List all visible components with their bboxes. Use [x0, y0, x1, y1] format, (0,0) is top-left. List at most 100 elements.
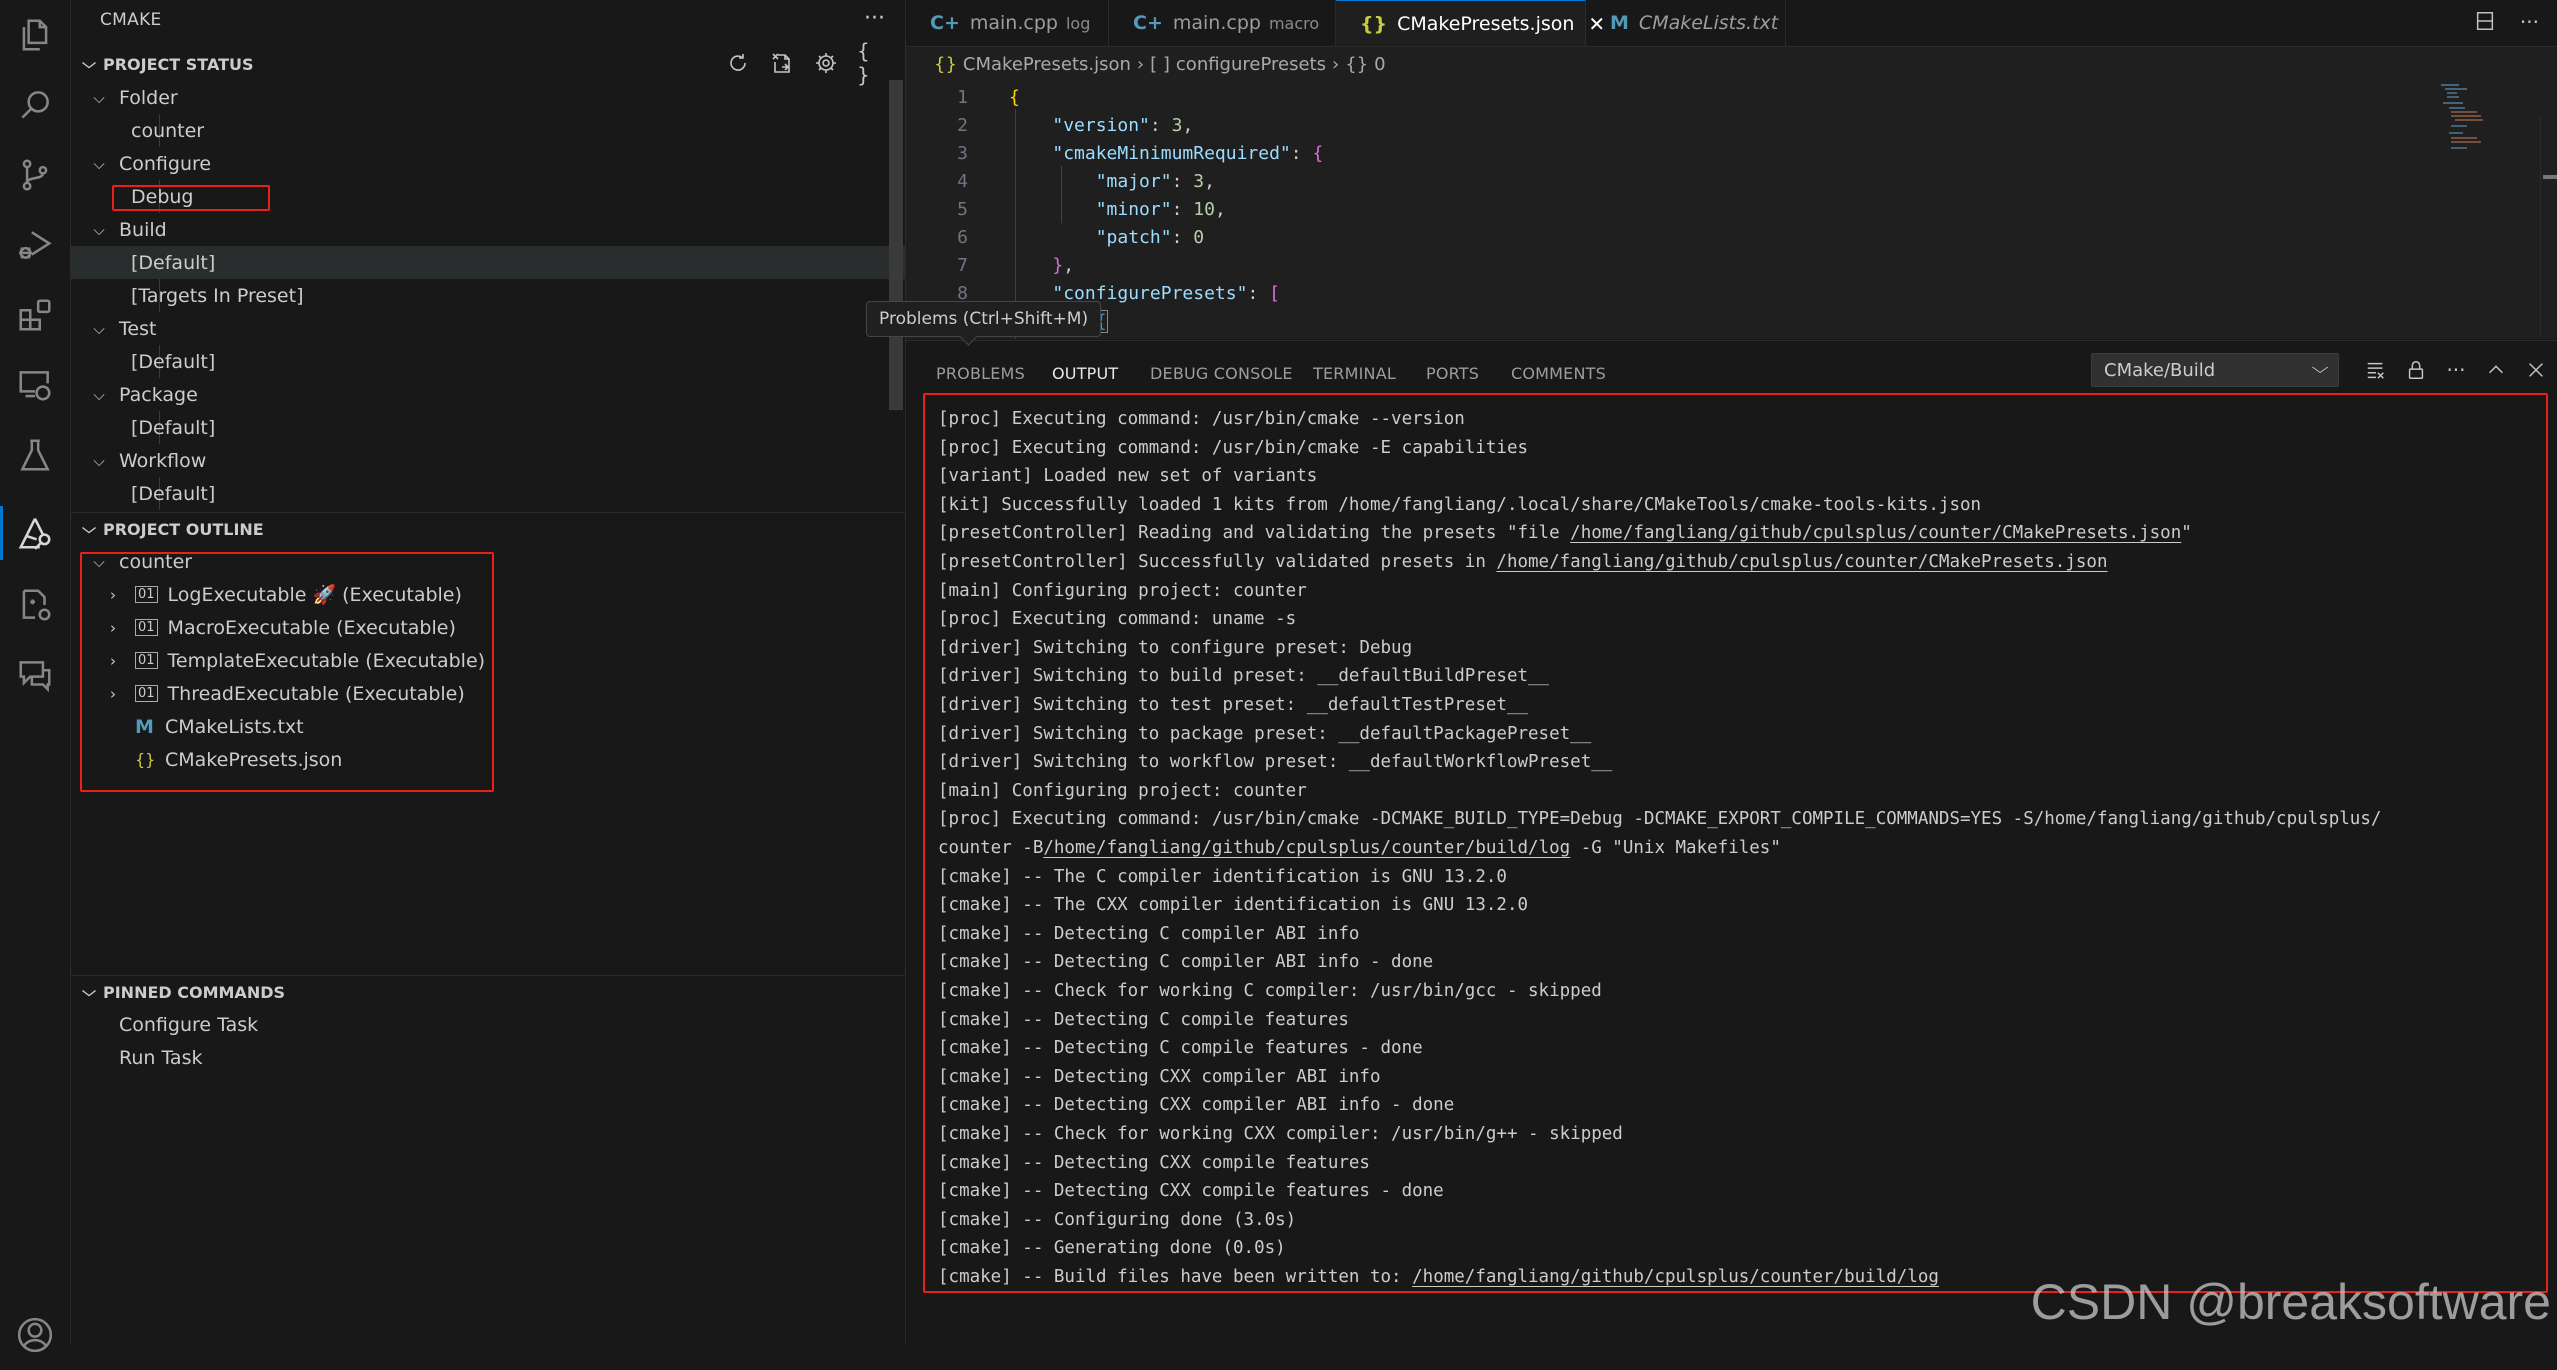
tree-group-workflow[interactable]: ⌵ Workflow — [71, 444, 909, 477]
output-line: [proc] Executing command: /usr/bin/cmake… — [938, 409, 1465, 429]
tree-item-test-preset[interactable]: [Default] — [71, 345, 951, 378]
array-icon: [ ] — [1150, 53, 1170, 75]
file-path-link[interactable]: /home/fangliang/github/cpulsplus/counter… — [1412, 1267, 1939, 1287]
output-line: [kit] Successfully loaded 1 kits from /h… — [938, 494, 1982, 515]
tab-debug-console[interactable]: DEBUG CONSOLE — [1150, 355, 1293, 391]
tree-item-build-preset[interactable]: [Default] — [71, 246, 951, 279]
tree-group-build[interactable]: ⌵ Build — [71, 213, 909, 246]
tree-item-folder-value[interactable]: counter — [71, 114, 951, 147]
output-channel-select[interactable]: CMake/Build ⌵ — [2091, 353, 2339, 387]
output-line: [driver] Switching to package preset: __… — [938, 723, 1592, 744]
code-editor[interactable]: {} CMakePresets.json › [ ] configurePres… — [906, 47, 2557, 339]
json-icon: {} — [934, 53, 957, 75]
output-line: [proc] Executing command: /usr/bin/cmake… — [938, 809, 2382, 830]
file-path-link[interactable]: /home/fangliang/github/cpulsplus/counter… — [1570, 523, 2181, 543]
tab-ports[interactable]: PORTS — [1426, 355, 1479, 391]
output-line: [proc] Executing command: /usr/bin/cmake… — [938, 437, 1529, 458]
more-actions-icon[interactable]: ··· — [2520, 10, 2539, 37]
minimap[interactable] — [2437, 81, 2497, 161]
split-editor-icon[interactable] — [2474, 10, 2496, 37]
output-line: [cmake] -- Configuring done (3.0s) — [938, 1209, 1297, 1230]
breadcrumb-item[interactable]: configurePresets — [1176, 54, 1326, 75]
tab-cmakepresets-json[interactable]: {} CMakePresets.json ✕ — [1336, 0, 1605, 46]
output-line: [cmake] -- Detecting CXX compiler ABI in… — [938, 1095, 1455, 1116]
tree-group-folder[interactable]: ⌵ Folder — [71, 81, 909, 114]
section-pinned-commands[interactable]: ⌵ PINNED COMMANDS — [71, 976, 905, 1008]
code-line: 7 }, — [957, 254, 1075, 276]
cmake-file-icon: M — [1610, 12, 1629, 34]
tab-main-cpp-log[interactable]: C+ main.cpp log — [906, 0, 1109, 46]
close-panel-icon[interactable] — [2523, 355, 2549, 385]
output-line: [cmake] -- The C compiler identification… — [938, 866, 1507, 887]
outline-target[interactable]: › 01 ThreadExecutable (Executable) — [71, 677, 923, 710]
chevron-down-icon: ⌵ — [93, 451, 105, 470]
sidebar-scrollbar[interactable] — [889, 80, 903, 410]
settings-icon[interactable] — [813, 50, 839, 76]
maximize-panel-icon[interactable] — [2483, 355, 2509, 385]
output-line: [cmake] -- Detecting C compile features — [938, 1009, 1349, 1030]
clear-output-icon[interactable] — [2363, 355, 2389, 385]
tree-item-package-preset[interactable]: [Default] — [71, 411, 951, 444]
pinned-command[interactable]: Configure Task — [71, 1008, 939, 1041]
chevron-right-icon: › — [110, 684, 116, 703]
run-debug-icon[interactable] — [0, 210, 70, 280]
code-line: 8 "configurePresets": [ — [957, 282, 1280, 304]
breadcrumb: {} CMakePresets.json › [ ] configurePres… — [934, 51, 1386, 77]
editor-scrollbar[interactable] — [2540, 117, 2557, 337]
output-line: [cmake] -- Check for working C compiler:… — [938, 981, 1602, 1001]
refresh-icon[interactable] — [725, 50, 751, 76]
tooltip: Problems (Ctrl+Shift+M) — [866, 301, 1102, 337]
section-project-outline[interactable]: ⌵ PROJECT OUTLINE — [71, 513, 905, 545]
tree-item-build-target[interactable]: [Targets In Preset] — [71, 279, 951, 312]
testing-icon[interactable] — [0, 420, 70, 490]
search-icon[interactable] — [0, 70, 70, 140]
outline-target[interactable]: › 01 TemplateExecutable (Executable) — [71, 644, 923, 677]
remote-explorer-icon[interactable] — [0, 350, 70, 420]
lock-scroll-icon[interactable] — [2403, 355, 2429, 385]
watermark: CSDN @breaksoftware — [2030, 1274, 2551, 1330]
tab-comments[interactable]: COMMENTS — [1511, 355, 1606, 391]
source-control-icon[interactable] — [0, 140, 70, 210]
chevron-down-icon: ⌵ — [93, 220, 105, 239]
breadcrumb-item[interactable]: CMakePresets.json — [963, 54, 1131, 75]
tree-group-test[interactable]: ⌵ Test — [71, 312, 909, 345]
bottom-panel: PROBLEMS OUTPUT DEBUG CONSOLE TERMINAL P… — [906, 340, 2557, 1346]
output-line: [cmake] -- Detecting C compile features … — [938, 1038, 1423, 1059]
tab-main-cpp-macro[interactable]: C+ main.cpp macro — [1109, 0, 1336, 46]
tab-output[interactable]: OUTPUT — [1049, 355, 1121, 395]
tree-group-configure[interactable]: ⌵ Configure — [71, 147, 909, 180]
cmake-icon[interactable] — [0, 498, 70, 568]
chevron-down-icon: ⌵ — [93, 319, 105, 338]
file-path-link[interactable]: /home/fangliang/github/cpulsplus/counter… — [1496, 552, 2107, 572]
tree-item-workflow-preset[interactable]: [Default] — [71, 477, 951, 510]
more-actions-icon[interactable]: ··· — [864, 6, 885, 31]
chevron-down-icon: ⌵ — [93, 88, 105, 107]
extensions-icon[interactable] — [0, 280, 70, 350]
cpp-config-icon[interactable] — [0, 570, 70, 640]
tab-problems[interactable]: PROBLEMS — [936, 355, 1025, 391]
code-line: 4 "major": 3, — [957, 170, 1215, 192]
more-actions-icon[interactable]: ··· — [2443, 355, 2469, 385]
pinned-command[interactable]: Run Task — [71, 1041, 939, 1074]
explorer-icon[interactable] — [0, 0, 70, 70]
file-path-link[interactable]: /home/fangliang/github/cpulsplus/counter… — [1043, 838, 1570, 858]
output-line: [driver] Switching to workflow preset: _… — [938, 752, 1613, 773]
binary-icon: 01 — [135, 619, 158, 636]
tab-cmakelists-txt[interactable]: M CMakeLists.txt — [1586, 0, 1786, 46]
outline-target[interactable]: › 01 LogExecutable 🚀 (Executable) — [71, 578, 923, 611]
chevron-down-icon: ⌵ — [2311, 358, 2329, 377]
panel-actions: ··· — [2363, 355, 2549, 385]
delete-cache-icon[interactable] — [769, 50, 795, 76]
breadcrumb-item[interactable]: 0 — [1374, 54, 1385, 75]
tab-terminal[interactable]: TERMINAL — [1313, 355, 1396, 391]
chevron-down-icon: ⌵ — [82, 984, 96, 1000]
outline-project-root[interactable]: ⌵ counter — [71, 545, 909, 578]
output-line: [cmake] -- Detecting CXX compile feature… — [938, 1181, 1444, 1202]
outline-file[interactable]: M CMakeLists.txt — [71, 710, 955, 743]
outline-file[interactable]: {} CMakePresets.json — [71, 743, 955, 776]
account-icon[interactable] — [0, 1300, 70, 1370]
comments-icon[interactable] — [0, 640, 70, 710]
outline-target[interactable]: › 01 MacroExecutable (Executable) — [71, 611, 923, 644]
json-icon[interactable]: { } — [857, 39, 883, 87]
tree-group-package[interactable]: ⌵ Package — [71, 378, 909, 411]
